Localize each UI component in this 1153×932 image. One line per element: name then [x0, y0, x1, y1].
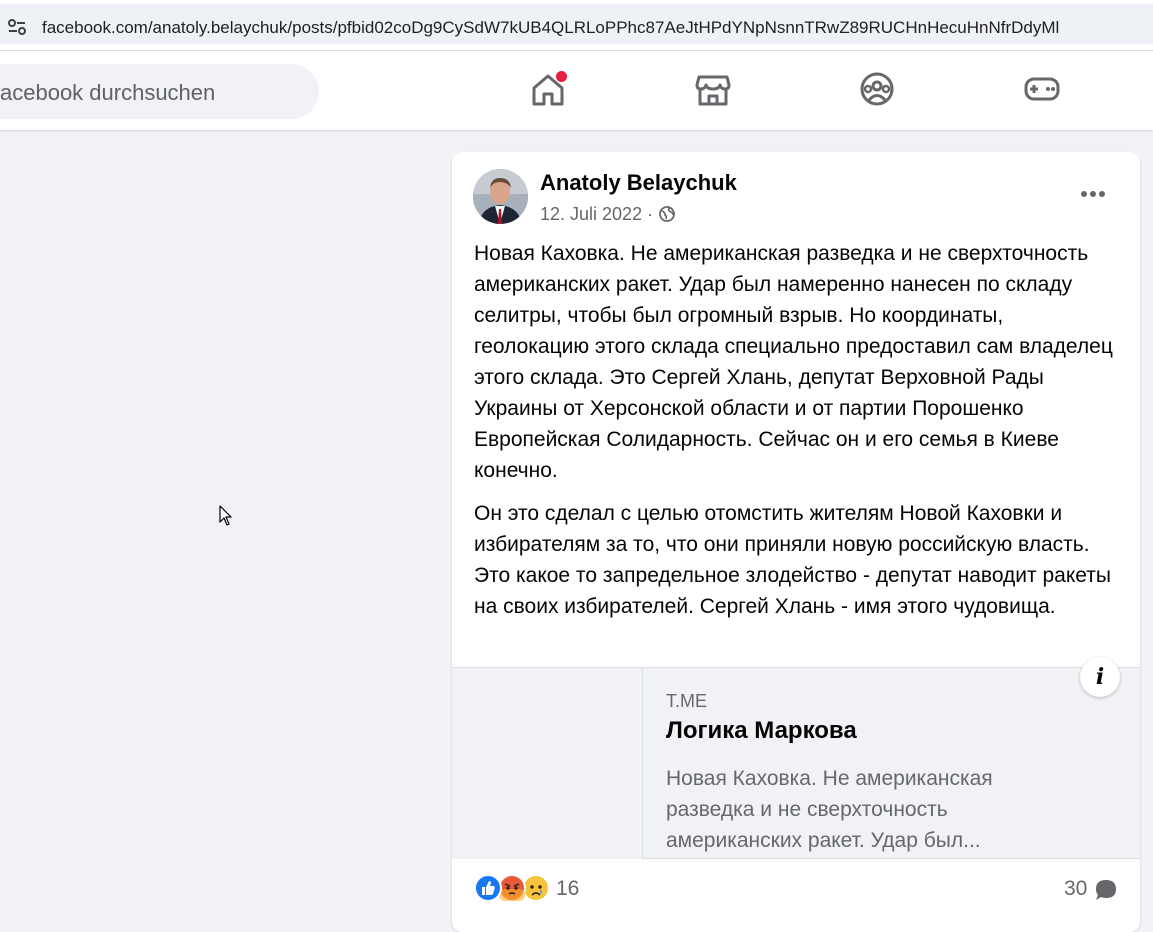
search-placeholder: acebook durchsuchen — [0, 80, 216, 105]
link-preview-domain: T.ME — [666, 691, 708, 711]
gaming-tab[interactable] — [1022, 69, 1062, 109]
comments-count[interactable]: 30 — [1064, 877, 1116, 901]
link-preview-description: Новая Каховка. Не американская разведка … — [666, 767, 993, 852]
browser-address-bar: facebook.com/anatoly.belaychuk/posts/pfb… — [0, 0, 1153, 50]
post-meta: 12. Juli 2022 · — [540, 203, 676, 225]
post-text: Новая Каховка. Не американская разведка … — [474, 238, 1124, 634]
search-input[interactable]: acebook durchsuchen — [0, 64, 319, 119]
info-button[interactable]: i — [1080, 657, 1120, 697]
link-preview-title[interactable]: Логика Маркова — [666, 716, 857, 746]
comment-bubble-icon — [1096, 880, 1116, 900]
reaction-count[interactable]: 16 — [556, 877, 579, 901]
facebook-top-nav: acebook durchsuchen — [0, 51, 1153, 130]
notification-dot — [556, 71, 567, 82]
post-author[interactable]: Anatoly Belaychuk — [540, 170, 737, 196]
info-icon: i — [1095, 664, 1105, 690]
mouse-cursor-icon — [219, 505, 232, 526]
marketplace-icon — [695, 75, 731, 106]
groups-tab[interactable] — [857, 69, 897, 109]
like-reaction-icon — [474, 874, 502, 902]
link-preview-thumbnail[interactable] — [452, 668, 643, 859]
groups-icon — [860, 72, 894, 106]
comments-count-text: 30 — [1064, 877, 1088, 900]
url-text[interactable]: facebook.com/anatoly.belaychuk/posts/pfb… — [42, 17, 1059, 39]
gaming-icon — [1024, 77, 1060, 101]
url-field[interactable]: facebook.com/anatoly.belaychuk/posts/pfb… — [0, 4, 1153, 44]
angry-reaction-icon — [498, 874, 526, 902]
site-settings-icon[interactable] — [7, 17, 27, 37]
home-tab[interactable] — [528, 69, 568, 109]
post-date[interactable]: 12. Juli 2022 · — [540, 204, 653, 224]
post-paragraph: Новая Каховка. Не американская разведка … — [474, 242, 1113, 482]
marketplace-tab[interactable] — [693, 69, 733, 109]
globe-icon — [659, 206, 675, 222]
post-card: Anatoly Belaychuk 12. Juli 2022 · Новая … — [452, 152, 1140, 932]
link-preview[interactable]: T.ME Логика Маркова Новая Каховка. Не ам… — [452, 667, 1140, 859]
more-options-icon[interactable] — [1077, 178, 1109, 210]
sad-reaction-icon — [522, 874, 550, 902]
avatar[interactable] — [473, 169, 528, 224]
avatar-photo — [473, 169, 528, 224]
post-paragraph: Он это сделал с целью отомстить жителям … — [474, 502, 1111, 618]
